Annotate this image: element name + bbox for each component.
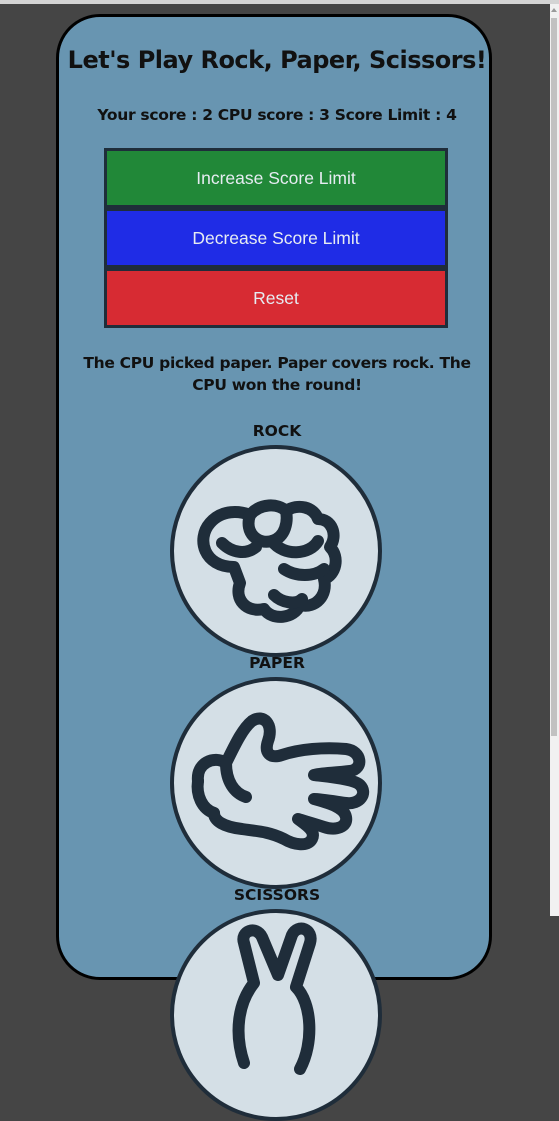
reset-button[interactable]: Reset [104, 268, 448, 328]
increase-score-limit-button[interactable]: Increase Score Limit [104, 148, 448, 208]
vertical-scrollbar[interactable] [550, 4, 559, 916]
score-display: Your score : 2 CPU score : 3 Score Limit… [97, 106, 457, 124]
scissors-label: SCISSORS [233, 886, 321, 904]
scrollbar-thumb[interactable] [551, 18, 557, 736]
game-card: Let's Play Rock, Paper, Scissors! Your s… [56, 14, 492, 1121]
scissors-choice-button[interactable] [170, 909, 382, 1121]
rock-hand-icon [197, 499, 342, 623]
page-title: Let's Play Rock, Paper, Scissors! [67, 46, 487, 74]
paper-choice-button[interactable] [170, 677, 382, 889]
rock-label: ROCK [252, 422, 302, 440]
round-result-message: The CPU picked paper. Paper covers rock.… [83, 354, 471, 394]
rock-choice-button[interactable] [170, 445, 382, 657]
scissors-hand-icon [232, 922, 317, 1075]
browser-top-edge [0, 0, 559, 4]
paper-hand-icon [191, 712, 370, 851]
paper-label: PAPER [249, 654, 305, 672]
scroll-up-arrow-icon[interactable] [551, 8, 557, 12]
decrease-score-limit-button[interactable]: Decrease Score Limit [104, 208, 448, 268]
